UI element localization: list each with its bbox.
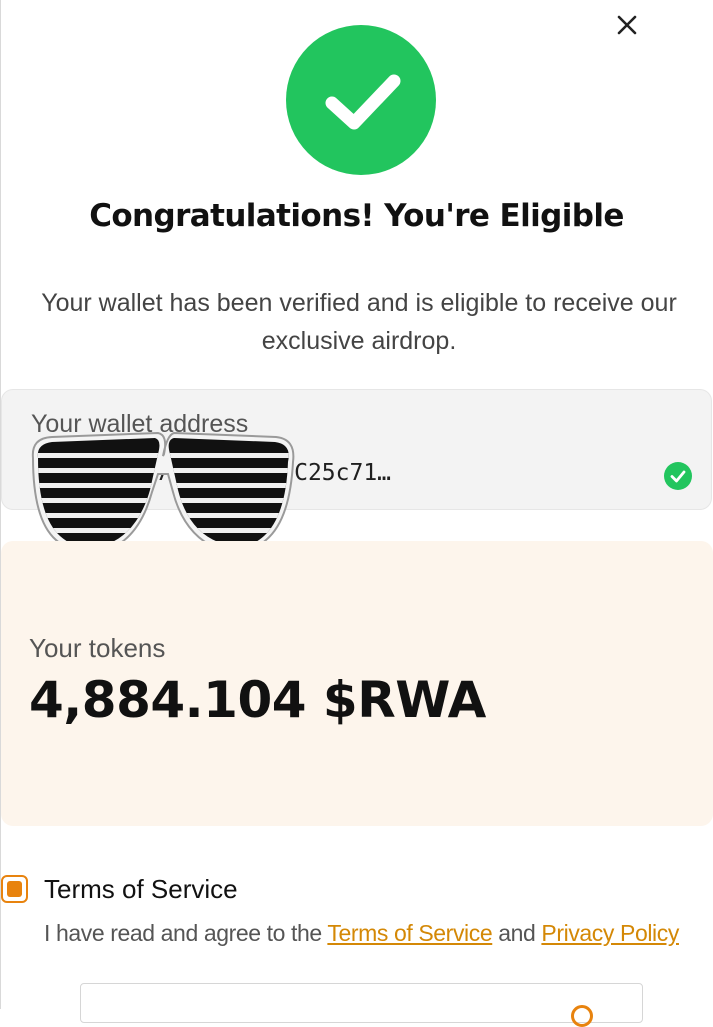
checkbox-checked-indicator bbox=[7, 881, 22, 897]
check-circle-icon bbox=[286, 25, 436, 175]
tokens-card: Your tokens 4,884.104 $RWA bbox=[1, 541, 713, 826]
close-icon[interactable] bbox=[612, 10, 642, 40]
terms-heading: Terms of Service bbox=[44, 874, 238, 904]
agree-conjunction: and bbox=[492, 920, 542, 946]
terms-checkbox[interactable] bbox=[1, 875, 28, 903]
shutter-shades-sticker bbox=[31, 432, 295, 554]
tokens-label: Your tokens bbox=[29, 633, 166, 663]
tokens-amount: 4,884.104 $RWA bbox=[29, 671, 486, 729]
eligibility-message: Your wallet has been verified and is eli… bbox=[41, 289, 677, 355]
privacy-policy-link[interactable]: Privacy Policy bbox=[541, 920, 679, 946]
dialog-left-border bbox=[0, 0, 1, 1009]
agree-prefix: I have read and agree to the bbox=[44, 920, 328, 946]
terms-of-service-link[interactable]: Terms of Service bbox=[327, 920, 492, 946]
verified-check-icon bbox=[664, 462, 692, 490]
verification-widget[interactable] bbox=[80, 983, 643, 1027]
spinner-icon bbox=[571, 1005, 593, 1027]
terms-agreement-text: I have read and agree to the Terms of Se… bbox=[44, 920, 679, 947]
page-title: Congratulations! You're Eligible bbox=[89, 198, 624, 234]
